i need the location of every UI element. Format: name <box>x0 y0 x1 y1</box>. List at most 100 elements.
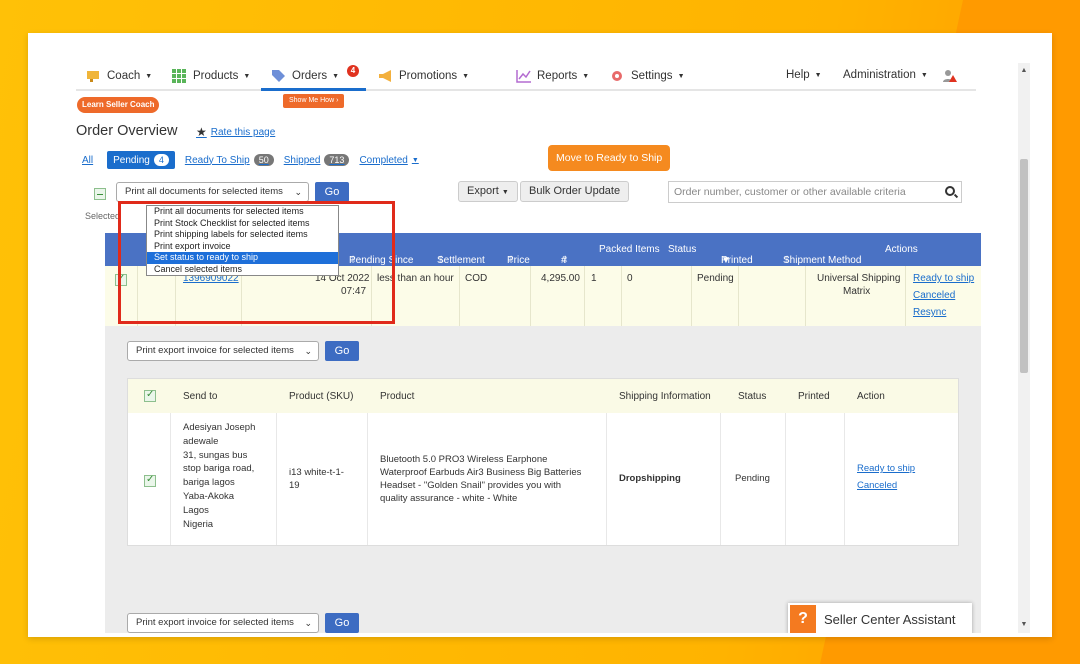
chevron-down-icon: ▼ <box>814 71 822 79</box>
order-items-table: Send to Product (SKU) Product Shipping I… <box>127 378 959 546</box>
col-status[interactable]: Status <box>668 244 696 255</box>
star-icon: ★ <box>196 125 207 139</box>
nav-help-label: Help <box>786 69 810 81</box>
user-alert-icon[interactable] <box>942 69 958 83</box>
vertical-scrollbar[interactable]: ▲ ▼ <box>1018 63 1030 633</box>
detail-go-button-bottom[interactable]: Go <box>325 613 359 633</box>
scrollbar-thumb[interactable] <box>1020 159 1028 373</box>
tab-ready-to-ship[interactable]: Ready To Ship 50 <box>185 154 274 166</box>
coach-icon <box>86 69 102 83</box>
address-line: Lagos <box>183 504 209 516</box>
tab-completed[interactable]: Completed ▼ <box>359 155 418 166</box>
canceled-link[interactable]: Canceled <box>913 290 955 301</box>
item-canceled-link[interactable]: Canceled <box>857 480 897 491</box>
item-checkbox[interactable] <box>144 474 156 487</box>
divider <box>530 266 531 326</box>
chevron-down-icon: ▼ <box>501 189 509 196</box>
address-line: bariga lagos <box>183 477 235 489</box>
page-title: Order Overview <box>76 123 178 139</box>
tab-shipped[interactable]: Shipped 713 <box>284 154 350 166</box>
item-ready-to-ship-link[interactable]: Ready to ship <box>857 463 915 474</box>
sort-icon: ⇕ <box>783 255 792 266</box>
order-search-input[interactable]: Order number, customer or other availabl… <box>668 181 962 203</box>
address-line: Adesiyan Joseph <box>183 422 256 433</box>
col-shipment-label: Shipment Method <box>783 255 862 266</box>
items-select-all-checkbox[interactable] <box>144 389 156 402</box>
selected-count-label: Selected <box>85 211 121 221</box>
divider <box>691 266 692 326</box>
packed-items: 0 <box>627 273 633 284</box>
chart-line-icon <box>516 69 532 83</box>
nav-administration[interactable]: Administration ▼ <box>843 69 928 81</box>
divider <box>170 413 171 545</box>
detail-action-select-bottom[interactable]: Print export invoice for selected items ⌄ <box>127 613 319 633</box>
resync-link[interactable]: Resync <box>913 307 946 318</box>
product-sku: i13 white-t-1- 19 <box>289 466 344 492</box>
chevron-down-icon: ⌄ <box>304 346 312 356</box>
col-item-action: Action <box>857 391 885 402</box>
ship-to-address: Adesiyan Joseph adewale 31, sungas bus s… <box>183 421 255 531</box>
scroll-down-icon[interactable]: ▼ <box>1018 619 1030 631</box>
divider <box>367 413 368 545</box>
bulk-action-select[interactable]: Print all documents for selected items ⌄ <box>116 182 309 202</box>
chevron-down-icon: ▼ <box>145 72 153 80</box>
address-line: Yaba-Akoka <box>183 490 235 502</box>
go-button[interactable]: Go <box>315 182 349 202</box>
nav-reports[interactable]: Reports ▼ <box>516 69 589 83</box>
sort-icon: ⇕ <box>507 255 516 266</box>
gear-icon <box>610 69 626 83</box>
divider <box>738 266 739 326</box>
divider <box>459 266 460 326</box>
detail-select-value-bottom: Print export invoice for selected items <box>136 617 294 628</box>
chevron-right-icon: › <box>336 97 339 104</box>
nav-coach[interactable]: Coach ▼ <box>86 69 152 83</box>
divider <box>905 266 906 326</box>
chevron-down-icon: ▼ <box>462 72 470 80</box>
rate-page-link[interactable]: ★ Rate this page <box>196 125 275 139</box>
product-line: Headset - "Golden Snail" provides you wi… <box>380 480 562 491</box>
chevron-down-icon: ▼ <box>677 72 685 80</box>
col-send-to: Send to <box>183 391 218 402</box>
top-nav: Coach ▼ Products ▼ Orders ▼ 4 Promotions ▼ R… <box>76 63 976 91</box>
sort-icon: ⇕ <box>437 255 446 266</box>
product-line: quality assurance - white - White <box>380 493 518 504</box>
tab-all[interactable]: All <box>82 155 93 166</box>
nav-reports-label: Reports <box>537 70 578 82</box>
nav-help[interactable]: Help ▼ <box>786 69 822 81</box>
learn-seller-coach-button[interactable]: Learn Seller Coach <box>77 97 160 113</box>
bulk-order-update-button[interactable]: Bulk Order Update <box>520 181 630 202</box>
price: 4,295.00 <box>541 273 580 284</box>
select-all-checkbox[interactable] <box>94 188 106 200</box>
search-icon[interactable] <box>945 186 955 196</box>
export-button[interactable]: Export ▼ <box>458 181 518 202</box>
chevron-down-icon: ▼ <box>411 156 419 164</box>
seller-center-assistant[interactable]: ? Seller Center Assistant <box>788 603 972 633</box>
col-item-printed: Printed <box>798 391 830 402</box>
col-sku: Product (SKU) <box>289 391 354 402</box>
divider <box>805 266 806 326</box>
orders-active-indicator <box>261 88 366 91</box>
nav-promotions-label: Promotions <box>399 70 458 82</box>
filter-icon: ▼ <box>721 255 731 266</box>
detail-go-button[interactable]: Go <box>325 341 359 361</box>
product-line: Bluetooth 5.0 PRO3 Wireless Earphone <box>380 454 548 465</box>
nav-orders[interactable]: Orders ▼ <box>271 69 339 83</box>
tag-icon <box>271 69 287 83</box>
nav-settings[interactable]: Settings ▼ <box>610 69 685 83</box>
show-me-how-button[interactable]: Show Me How › <box>283 94 345 108</box>
col-packed[interactable]: Packed Items <box>599 244 660 255</box>
address-line: Nigeria <box>183 518 214 530</box>
address-line: stop bariga road, <box>183 463 255 475</box>
nav-promotions[interactable]: Promotions ▼ <box>378 69 469 83</box>
move-to-ready-button[interactable]: Move to Ready to Ship <box>548 145 671 171</box>
nav-products[interactable]: Products ▼ <box>172 69 250 83</box>
scroll-up-icon[interactable]: ▲ <box>1018 65 1030 77</box>
ready-to-ship-link[interactable]: Ready to ship <box>913 273 974 284</box>
tab-pending[interactable]: Pending 4 <box>107 151 175 169</box>
assistant-label: Seller Center Assistant <box>824 611 956 627</box>
detail-action-select[interactable]: Print export invoice for selected items ⌄ <box>127 341 319 361</box>
orders-count-badge: 4 <box>347 65 359 77</box>
chevron-down-icon: ▼ <box>920 71 928 79</box>
chevron-down-icon: ▼ <box>332 72 340 80</box>
qty: 1 <box>591 273 597 284</box>
